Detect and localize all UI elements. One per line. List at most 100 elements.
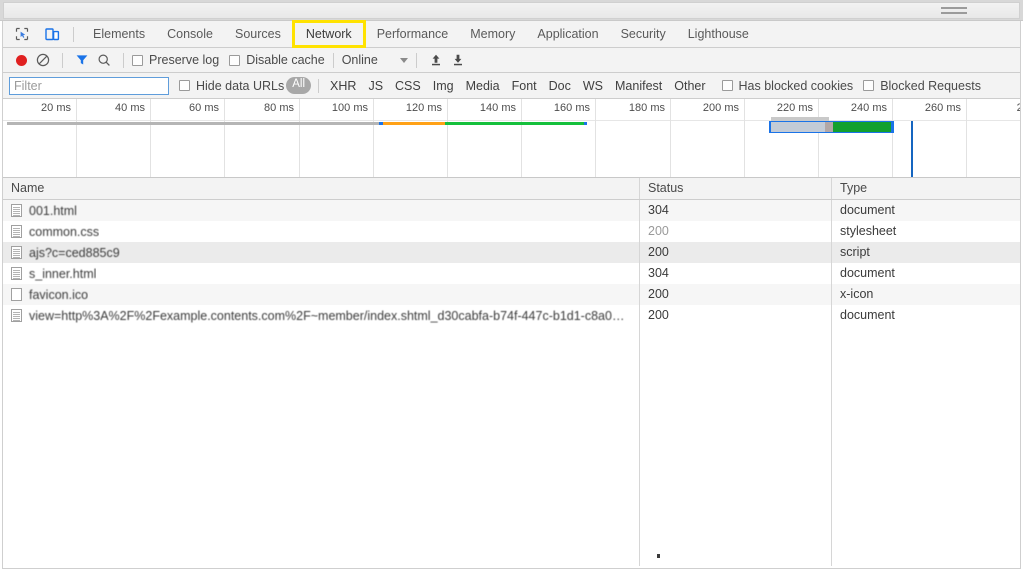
cell-status: 200 — [648, 224, 669, 238]
timeline-gridline — [744, 99, 745, 177]
column-resize-handle[interactable] — [639, 178, 640, 199]
network-action-toolbar: Preserve log Disable cache Online — [3, 48, 1020, 73]
actionbar-separator-3 — [332, 52, 334, 68]
timeline-tick-label: 100 ms — [331, 102, 368, 114]
actionbar-separator-4 — [415, 52, 417, 68]
preserve-log-box — [132, 54, 143, 66]
cell-status: 200 — [648, 287, 669, 301]
devtools-tabbar: Elements Console Sources Network Perform… — [3, 19, 1020, 48]
network-overview-timeline[interactable]: 20 ms 40 ms 60 ms 80 ms 100 ms 120 ms 140 ms 16… — [3, 99, 1020, 178]
resource-type-media[interactable]: Media — [460, 79, 506, 93]
request-name: ajs?c=ced885c9 — [29, 245, 120, 260]
timeline-tick-label: 180 ms — [628, 102, 665, 114]
cell-type: stylesheet — [840, 224, 897, 238]
import-har-icon — [431, 54, 440, 66]
column-header-type[interactable]: Type — [832, 178, 1020, 199]
toggle-device-toolbar-icon[interactable] — [39, 23, 65, 45]
window-titlebar-inner — [3, 2, 1020, 19]
tab-console[interactable]: Console — [156, 21, 224, 47]
import-har-button[interactable] — [425, 50, 447, 70]
filter-input[interactable] — [9, 76, 169, 95]
resource-type-xhr[interactable]: XHR — [324, 79, 362, 93]
cell-status: 200 — [648, 308, 669, 322]
window-drag-handle-icon[interactable] — [941, 7, 967, 14]
blank-icon — [11, 288, 22, 301]
resource-type-doc[interactable]: Doc — [543, 79, 577, 93]
tab-elements[interactable]: Elements — [82, 21, 156, 47]
tab-security[interactable]: Security — [610, 21, 677, 47]
preserve-log-label: Preserve log — [149, 53, 220, 67]
network-filter-toolbar: Hide data URLs All XHR JS CSS Img Media … — [3, 73, 1020, 99]
table-row[interactable]: common.css 200 stylesheet — [3, 221, 1020, 242]
resource-type-img[interactable]: Img — [427, 79, 460, 93]
blocked-requests-label: Blocked Requests — [880, 78, 981, 93]
actionbar-separator-1 — [62, 52, 63, 68]
resource-type-js[interactable]: JS — [362, 79, 389, 93]
resource-type-ws[interactable]: WS — [577, 79, 609, 93]
timeline-gridline — [299, 99, 300, 177]
column-header-status[interactable]: Status — [640, 178, 831, 199]
throttling-value: Online — [341, 53, 378, 67]
table-row[interactable]: s_inner.html 304 document — [3, 263, 1020, 284]
column-header-name[interactable]: Name — [3, 178, 639, 199]
resource-type-all[interactable]: All — [286, 77, 312, 94]
cell-type: x-icon — [840, 287, 874, 301]
resource-type-font[interactable]: Font — [506, 79, 543, 93]
chevron-down-icon — [399, 57, 408, 63]
domcontentloaded-marker — [911, 121, 913, 177]
request-name: favicon.ico — [29, 287, 89, 302]
tab-memory[interactable]: Memory — [459, 21, 526, 47]
render-artifact-speck — [657, 554, 660, 558]
record-button[interactable] — [10, 50, 32, 70]
export-har-button[interactable] — [447, 50, 469, 70]
network-request-table: Name Status Type 001.html 304 document common… — [3, 178, 1020, 566]
cell-status: 304 — [648, 266, 669, 280]
search-button[interactable] — [93, 50, 115, 70]
table-row[interactable]: favicon.ico 200 x-icon — [3, 284, 1020, 305]
tab-network[interactable]: Network — [291, 19, 366, 48]
timeline-tick-label: 40 ms — [115, 102, 145, 114]
table-row[interactable]: 001.html 304 document — [3, 200, 1020, 221]
filter-button[interactable] — [71, 50, 93, 70]
request-name: view=http%3A%2F%2Fexample.contents.com%2… — [29, 308, 629, 323]
disable-cache-box — [229, 54, 241, 66]
request-name: common.css — [29, 224, 100, 239]
document-icon — [11, 204, 22, 217]
timeline-gridline — [818, 99, 819, 177]
tab-lighthouse[interactable]: Lighthouse — [677, 21, 760, 47]
cell-name: 001.html — [11, 200, 77, 221]
network-throttling-select[interactable]: Online — [342, 53, 408, 67]
tab-performance[interactable]: Performance — [366, 21, 460, 47]
resource-type-manifest[interactable]: Manifest — [609, 79, 668, 93]
has-blocked-cookies-checkbox[interactable]: Has blocked cookies — [721, 79, 853, 93]
disable-cache-checkbox[interactable]: Disable cache — [229, 53, 325, 67]
clear-icon — [36, 53, 50, 67]
table-row[interactable]: ajs?c=ced885c9 200 script — [3, 242, 1020, 263]
tabbar-separator — [73, 26, 74, 42]
inspect-element-icon[interactable] — [9, 23, 35, 45]
timeline-tick-label: 120 ms — [405, 102, 442, 114]
column-resize-handle[interactable] — [831, 178, 832, 199]
timeline-tick-label: 220 ms — [776, 102, 813, 114]
timeline-gridline — [521, 99, 522, 177]
tab-application[interactable]: Application — [526, 21, 609, 47]
has-blocked-cookies-box — [721, 80, 733, 91]
devtools-window: Elements Console Sources Network Perform… — [0, 0, 1023, 571]
window-titlebar — [0, 0, 1023, 21]
hide-data-urls-checkbox[interactable]: Hide data URLs — [179, 79, 284, 93]
timeline-request-bar[interactable] — [769, 121, 894, 133]
cell-type: document — [840, 308, 895, 322]
timeline-gridline — [595, 99, 596, 177]
cell-name: s_inner.html — [11, 263, 96, 284]
document-icon — [11, 225, 22, 238]
tab-sources[interactable]: Sources — [224, 21, 292, 47]
resource-type-other[interactable]: Other — [668, 79, 711, 93]
resource-type-css[interactable]: CSS — [389, 79, 427, 93]
blocked-requests-checkbox[interactable]: Blocked Requests — [863, 79, 981, 93]
document-icon — [11, 309, 22, 322]
devtools-panel: Elements Console Sources Network Perform… — [2, 19, 1021, 569]
timeline-gridline — [150, 99, 151, 177]
preserve-log-checkbox[interactable]: Preserve log — [132, 53, 219, 67]
clear-button[interactable] — [32, 50, 54, 70]
table-row[interactable]: view=http%3A%2F%2Fexample.contents.com%2… — [3, 305, 1020, 326]
